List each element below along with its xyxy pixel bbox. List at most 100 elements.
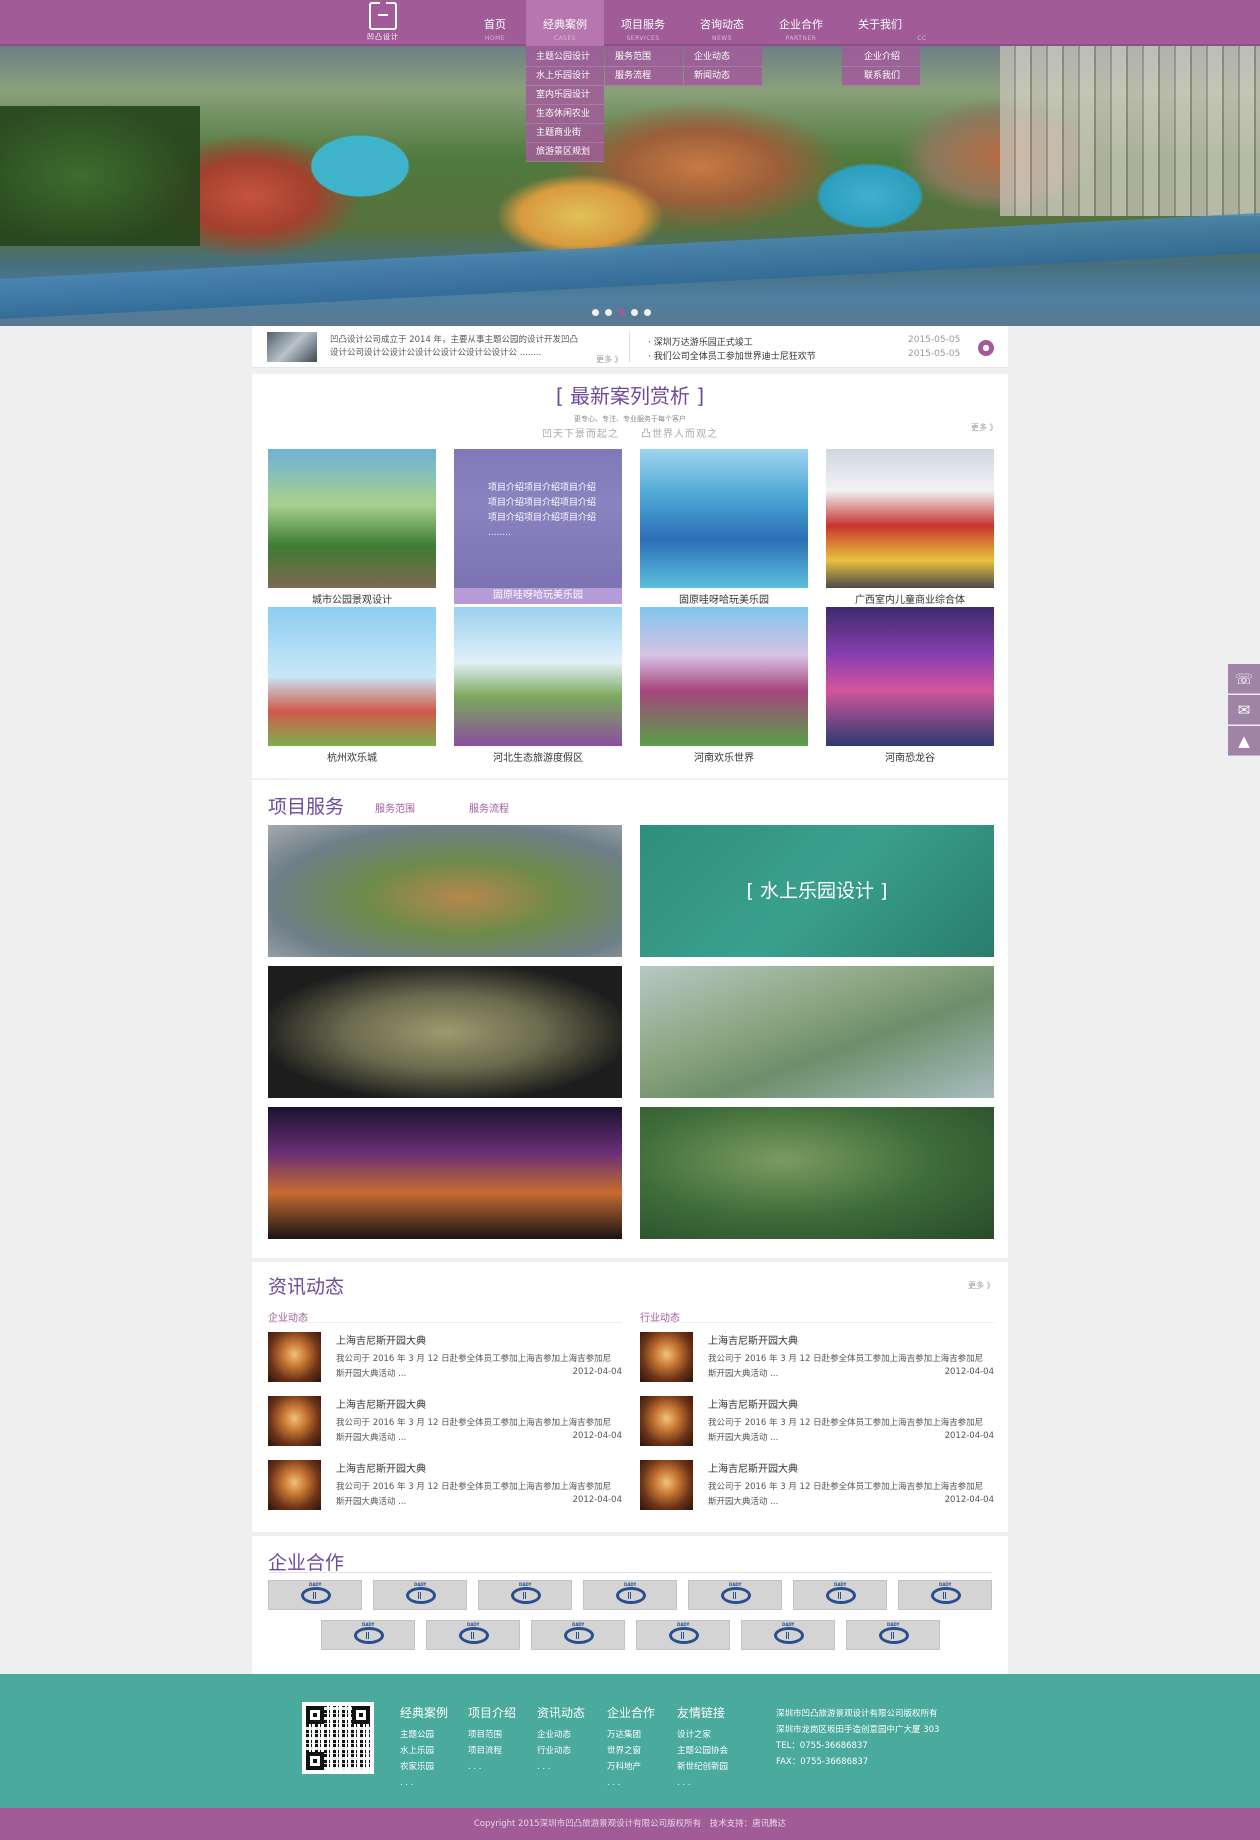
dropdown-item[interactable]: 旅游景区规划 bbox=[526, 143, 604, 162]
news-item[interactable]: 上海吉尼斯开园大典 我公司于 2016 年 3 月 12 日赴参全体员工参加上海… bbox=[268, 1396, 622, 1448]
footer-link[interactable]: 新世纪创新园 bbox=[677, 1759, 728, 1775]
nav-item-about[interactable]: 关于我们 CC bbox=[842, 0, 926, 46]
footer-link[interactable]: 万达集团 bbox=[607, 1727, 655, 1743]
service-image[interactable] bbox=[268, 966, 622, 1098]
news-item[interactable]: 上海吉尼斯开园大典 我公司于 2016 年 3 月 12 日赴参全体员工参加上海… bbox=[268, 1332, 622, 1384]
dropdown-item[interactable]: 室内乐园设计 bbox=[526, 86, 604, 105]
partner-logo[interactable]: DADY bbox=[268, 1580, 362, 1610]
news-title[interactable]: 上海吉尼斯开园大典 bbox=[708, 1460, 798, 1475]
partner-logo[interactable]: DADY bbox=[636, 1620, 730, 1650]
service-image[interactable] bbox=[640, 966, 994, 1098]
case-caption[interactable]: 固原哇呀哈玩美乐园 bbox=[454, 588, 622, 604]
footer-column-title[interactable]: 资讯动态 bbox=[537, 1704, 585, 1721]
case-card[interactable]: 杭州欢乐城 bbox=[268, 607, 436, 764]
footer-link[interactable]: 设计之家 bbox=[677, 1727, 728, 1743]
case-image[interactable] bbox=[826, 449, 994, 588]
case-image[interactable] bbox=[268, 607, 436, 746]
footer-link[interactable]: 农家乐园 bbox=[400, 1759, 448, 1775]
case-caption[interactable]: 固原哇呀哈玩美乐园 bbox=[640, 591, 808, 606]
footer-column-title[interactable]: 友情链接 bbox=[677, 1704, 728, 1721]
case-caption[interactable]: 广西室内儿童商业综合体 bbox=[826, 591, 994, 606]
news-title[interactable]: 上海吉尼斯开园大典 bbox=[708, 1396, 798, 1411]
back-to-top-icon[interactable]: ▲ bbox=[1228, 726, 1260, 756]
case-card[interactable]: 城市公园景观设计 bbox=[268, 449, 436, 606]
dropdown-item[interactable]: 生态休闲农业 bbox=[526, 105, 604, 124]
news-title[interactable]: 上海吉尼斯开园大典 bbox=[336, 1396, 426, 1411]
footer-column-title[interactable]: 经典案例 bbox=[400, 1704, 448, 1721]
site-logo[interactable]: 凹凸设计 bbox=[366, 2, 400, 42]
case-caption[interactable]: 河南欢乐世界 bbox=[640, 749, 808, 764]
banner-dot-active[interactable] bbox=[618, 309, 625, 316]
case-image[interactable] bbox=[640, 449, 808, 588]
case-image[interactable]: 项目介绍项目介绍项目介绍项目介绍项目介绍项目介绍项目介绍项目介绍项目介绍 ...… bbox=[454, 449, 622, 588]
case-card[interactable]: 河南恐龙谷 bbox=[826, 607, 994, 764]
partner-logo[interactable]: DADY bbox=[793, 1580, 887, 1610]
dropdown-item[interactable]: 企业介绍 bbox=[842, 48, 920, 67]
footer-link[interactable]: . . . bbox=[607, 1775, 655, 1791]
case-caption[interactable]: 城市公园景观设计 bbox=[268, 591, 436, 606]
case-card[interactable]: 广西室内儿童商业综合体 bbox=[826, 449, 994, 606]
footer-link[interactable]: 水上乐园 bbox=[400, 1743, 448, 1759]
partner-logo[interactable]: DADY bbox=[531, 1620, 625, 1650]
news-title[interactable]: 上海吉尼斯开园大典 bbox=[336, 1460, 426, 1475]
nav-item-services[interactable]: 项目服务 SERVICES bbox=[605, 0, 681, 46]
chat-icon[interactable]: ● bbox=[978, 340, 994, 356]
dropdown-item[interactable]: 服务范围 bbox=[605, 48, 683, 67]
news-thumbnail[interactable] bbox=[640, 1460, 693, 1510]
case-image[interactable] bbox=[268, 449, 436, 588]
news-item[interactable]: 上海吉尼斯开园大典 我公司于 2016 年 3 月 12 日赴参全体员工参加上海… bbox=[640, 1396, 994, 1448]
dropdown-item[interactable]: 联系我们 bbox=[842, 67, 920, 86]
case-card[interactable]: 河南欢乐世界 bbox=[640, 607, 808, 764]
banner-dot[interactable] bbox=[592, 309, 599, 316]
case-card[interactable]: 河北生态旅游度假区 bbox=[454, 607, 622, 764]
news-item[interactable]: 上海吉尼斯开园大典 我公司于 2016 年 3 月 12 日赴参全体员工参加上海… bbox=[640, 1332, 994, 1384]
dropdown-item[interactable]: 服务流程 bbox=[605, 67, 683, 86]
news-thumbnail[interactable] bbox=[268, 1332, 321, 1382]
footer-link[interactable]: 主题公园协会 bbox=[677, 1743, 728, 1759]
news-thumbnail[interactable] bbox=[268, 1396, 321, 1446]
dropdown-item[interactable]: 水上乐园设计 bbox=[526, 67, 604, 86]
case-image[interactable] bbox=[640, 607, 808, 746]
case-image[interactable] bbox=[454, 607, 622, 746]
footer-column-title[interactable]: 企业合作 bbox=[607, 1704, 655, 1721]
nav-item-news[interactable]: 咨询动态 NEWS bbox=[684, 0, 760, 46]
dropdown-item[interactable]: 企业动态 bbox=[684, 48, 762, 67]
footer-link[interactable]: 企业动态 bbox=[537, 1727, 585, 1743]
footer-link[interactable]: . . . bbox=[677, 1775, 728, 1791]
dropdown-item[interactable]: 主题商业街 bbox=[526, 124, 604, 143]
service-image[interactable] bbox=[640, 1107, 994, 1239]
news-title[interactable]: 上海吉尼斯开园大典 bbox=[708, 1332, 798, 1347]
news-thumbnail[interactable] bbox=[268, 1460, 321, 1510]
partner-logo[interactable]: DADY bbox=[478, 1580, 572, 1610]
phone-icon[interactable]: ☏ bbox=[1228, 664, 1260, 694]
partner-logo[interactable]: DADY bbox=[373, 1580, 467, 1610]
nav-item-home[interactable]: 首页 HOME bbox=[457, 0, 533, 46]
footer-column-title[interactable]: 项目介绍 bbox=[468, 1704, 516, 1721]
footer-link[interactable]: 项目流程 bbox=[468, 1743, 516, 1759]
news-item[interactable]: 上海吉尼斯开园大典 我公司于 2016 年 3 月 12 日赴参全体员工参加上海… bbox=[640, 1460, 994, 1512]
partner-logo[interactable]: DADY bbox=[898, 1580, 992, 1610]
company-thumbnail[interactable] bbox=[267, 332, 317, 362]
banner-dot[interactable] bbox=[644, 309, 651, 316]
partner-logo[interactable]: DADY bbox=[741, 1620, 835, 1650]
case-caption[interactable]: 河南恐龙谷 bbox=[826, 749, 994, 764]
dropdown-item[interactable]: 主题公园设计 bbox=[526, 48, 604, 67]
nav-item-cases[interactable]: 经典案例 CASES bbox=[526, 0, 604, 46]
service-image[interactable] bbox=[268, 1107, 622, 1239]
more-link[interactable]: 更多 》 bbox=[971, 422, 998, 433]
case-card-hover[interactable]: 项目介绍项目介绍项目介绍项目介绍项目介绍项目介绍项目介绍项目介绍项目介绍 ...… bbox=[454, 449, 622, 604]
footer-link[interactable]: 世界之窗 bbox=[607, 1743, 655, 1759]
chat-icon[interactable]: ✉ bbox=[1228, 695, 1260, 725]
news-title[interactable]: 上海吉尼斯开园大典 bbox=[336, 1332, 426, 1347]
nav-item-partner[interactable]: 企业合作 PARTNER bbox=[763, 0, 839, 46]
footer-link[interactable]: 项目范围 bbox=[468, 1727, 516, 1743]
partner-logo[interactable]: DADY bbox=[321, 1620, 415, 1650]
footer-link[interactable]: 主题公园 bbox=[400, 1727, 448, 1743]
banner-dot[interactable] bbox=[605, 309, 612, 316]
service-image[interactable] bbox=[268, 825, 622, 957]
hero-banner[interactable] bbox=[0, 46, 1260, 326]
service-image-hover[interactable]: [ 水上乐园设计 ] bbox=[640, 825, 994, 957]
footer-link[interactable]: 万科地产 bbox=[607, 1759, 655, 1775]
news-thumbnail[interactable] bbox=[640, 1332, 693, 1382]
news-headline[interactable]: · 我们公司全体员工参加世界迪士尼狂欢节 bbox=[648, 349, 816, 362]
